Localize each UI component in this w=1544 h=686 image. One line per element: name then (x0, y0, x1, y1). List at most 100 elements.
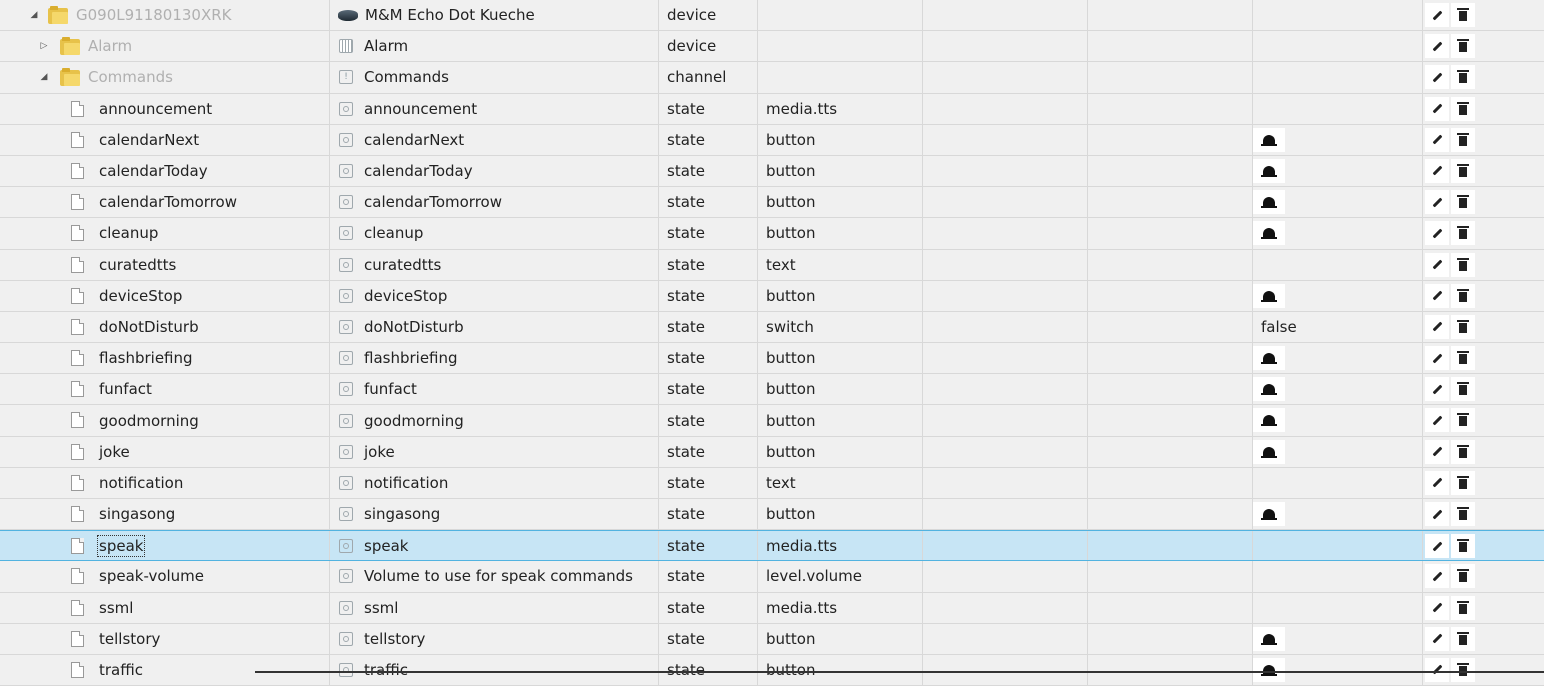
table-row[interactable]: singasong singasong state button (0, 499, 1544, 531)
table-row[interactable]: notification notification state text (0, 467, 1544, 499)
table-row[interactable]: tellstory tellstory state button (0, 623, 1544, 655)
id-cell[interactable]: goodmorning (0, 405, 329, 435)
id-cell[interactable]: flashbriefing (0, 343, 329, 373)
edit-button[interactable] (1425, 346, 1449, 371)
press-button[interactable] (1253, 283, 1285, 308)
delete-button[interactable] (1451, 127, 1475, 152)
press-button[interactable] (1253, 408, 1285, 433)
table-row[interactable]: funfact funfact state button (0, 374, 1544, 406)
id-cell[interactable]: tellstory (0, 624, 329, 654)
press-button[interactable] (1253, 158, 1285, 183)
id-cell[interactable]: ▷ Alarm (0, 31, 329, 61)
delete-button[interactable] (1451, 252, 1475, 277)
table-row[interactable]: ◢ Commands! Commands channel (0, 62, 1544, 94)
table-row[interactable]: deviceStop deviceStop state button (0, 280, 1544, 312)
delete-button[interactable] (1451, 377, 1475, 402)
edit-button[interactable] (1425, 127, 1449, 152)
edit-button[interactable] (1425, 534, 1449, 559)
delete-button[interactable] (1451, 564, 1475, 589)
edit-button[interactable] (1425, 3, 1449, 27)
delete-button[interactable] (1451, 534, 1475, 559)
edit-button[interactable] (1425, 34, 1449, 59)
edit-button[interactable] (1425, 221, 1449, 246)
edit-button[interactable] (1425, 65, 1449, 90)
table-row[interactable]: calendarNext calendarNext state button (0, 124, 1544, 156)
edit-button[interactable] (1425, 283, 1449, 308)
edit-button[interactable] (1425, 502, 1449, 526)
delete-button[interactable] (1451, 221, 1475, 246)
press-button[interactable] (1253, 439, 1285, 464)
edit-button[interactable] (1425, 190, 1449, 215)
press-button[interactable] (1253, 127, 1285, 152)
table-row[interactable]: announcement announcement state media.tts (0, 93, 1544, 125)
delete-button[interactable] (1451, 595, 1475, 620)
edit-button[interactable] (1425, 408, 1449, 433)
delete-button[interactable] (1451, 346, 1475, 371)
id-cell[interactable]: ssml (0, 593, 329, 623)
delete-button[interactable] (1451, 439, 1475, 464)
delete-button[interactable] (1451, 626, 1475, 651)
edit-button[interactable] (1425, 564, 1449, 589)
press-button[interactable] (1253, 190, 1285, 215)
id-cell[interactable]: speak-volume (0, 561, 329, 591)
id-cell[interactable]: joke (0, 437, 329, 467)
id-cell[interactable]: funfact (0, 374, 329, 404)
delete-button[interactable] (1451, 190, 1475, 215)
id-cell[interactable]: speak (0, 531, 329, 560)
id-cell[interactable]: curatedtts (0, 250, 329, 280)
table-row[interactable]: speak-volume Volume to use for speak comm… (0, 561, 1544, 593)
table-row[interactable]: calendarTomorrow calendarTomorrow state but… (0, 187, 1544, 219)
delete-button[interactable] (1451, 470, 1475, 495)
delete-button[interactable] (1451, 65, 1475, 90)
table-row[interactable]: flashbriefing flashbriefing state button (0, 343, 1544, 375)
delete-button[interactable] (1451, 283, 1475, 308)
id-cell[interactable]: deviceStop (0, 281, 329, 311)
press-button[interactable] (1253, 221, 1285, 246)
expanded-arrow-icon[interactable]: ◢ (28, 0, 40, 30)
table-row[interactable]: ◢ G090L91180130XRK M&M Echo Dot Kueche devi… (0, 0, 1544, 32)
edit-button[interactable] (1425, 626, 1449, 651)
table-row[interactable]: doNotDisturb doNotDisturb state switch false (0, 311, 1544, 344)
id-cell[interactable]: calendarNext (0, 125, 329, 155)
id-cell[interactable]: ◢ Commands (0, 62, 329, 92)
expanded-arrow-icon[interactable]: ◢ (38, 62, 50, 92)
table-row[interactable]: curatedtts curatedtts state text (0, 249, 1544, 281)
press-button[interactable] (1253, 346, 1285, 371)
delete-button[interactable] (1451, 502, 1475, 526)
edit-button[interactable] (1425, 377, 1449, 402)
table-row[interactable]: goodmorning goodmorning state button (0, 405, 1544, 437)
id-cell[interactable]: announcement (0, 94, 329, 124)
table-row[interactable]: speak speak state media.tts (0, 530, 1544, 562)
table-row[interactable]: joke joke state button (0, 436, 1544, 468)
press-button[interactable] (1253, 502, 1285, 526)
delete-button[interactable] (1451, 314, 1475, 339)
delete-button[interactable] (1451, 408, 1475, 433)
edit-button[interactable] (1425, 439, 1449, 464)
table-row[interactable]: cleanup cleanup state button (0, 218, 1544, 250)
delete-button[interactable] (1451, 34, 1475, 59)
press-button[interactable] (1253, 626, 1285, 651)
id-cell[interactable]: calendarTomorrow (0, 187, 329, 217)
table-row[interactable]: ssml ssml state media.tts (0, 592, 1544, 624)
edit-button[interactable] (1425, 96, 1449, 121)
edit-button[interactable] (1425, 314, 1449, 339)
edit-button[interactable] (1425, 252, 1449, 277)
id-cell[interactable]: notification (0, 468, 329, 498)
id-cell[interactable]: calendarToday (0, 156, 329, 186)
id-cell[interactable]: doNotDisturb (0, 312, 329, 342)
collapsed-arrow-icon[interactable]: ▷ (38, 31, 50, 61)
id-cell[interactable]: singasong (0, 499, 329, 529)
delete-button[interactable] (1451, 96, 1475, 121)
edit-button[interactable] (1425, 657, 1449, 682)
edit-button[interactable] (1425, 158, 1449, 183)
edit-button[interactable] (1425, 595, 1449, 620)
id-cell[interactable]: cleanup (0, 218, 329, 248)
table-row[interactable]: ▷ Alarm Alarm device (0, 31, 1544, 63)
delete-button[interactable] (1451, 3, 1475, 27)
press-button[interactable] (1253, 377, 1285, 402)
table-row[interactable]: calendarToday calendarToday state button (0, 155, 1544, 188)
delete-button[interactable] (1451, 657, 1475, 682)
id-cell[interactable]: ◢ G090L91180130XRK (0, 0, 329, 30)
delete-button[interactable] (1451, 158, 1475, 183)
edit-button[interactable] (1425, 470, 1449, 495)
